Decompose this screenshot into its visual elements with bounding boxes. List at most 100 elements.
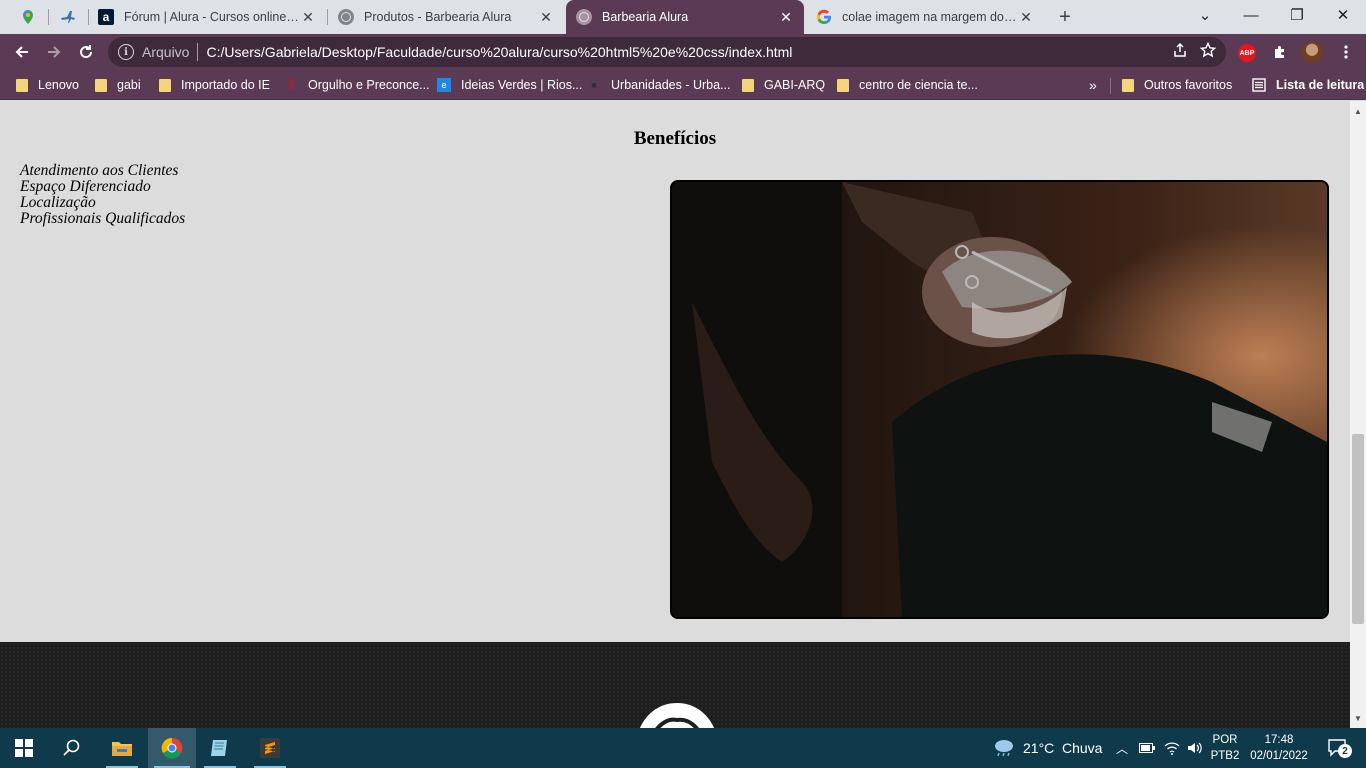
globe-icon — [576, 9, 592, 25]
back-button[interactable] — [8, 38, 36, 66]
folder-icon — [16, 78, 28, 92]
bookmark-importado-ie[interactable]: Importado do IE — [159, 75, 270, 95]
bookmark-label: gabi — [117, 78, 141, 92]
weather-icon[interactable] — [990, 728, 1018, 768]
list-item: Profissionais Qualificados — [20, 210, 186, 227]
keyboard-layout: PTB2 — [1210, 750, 1240, 762]
chrome-button[interactable] — [148, 728, 196, 768]
tab-title: Barbearia Alura — [602, 10, 689, 24]
bookmark-lenovo[interactable]: Lenovo — [16, 75, 79, 95]
reload-button[interactable] — [72, 38, 100, 66]
clock[interactable]: 17:48 02/01/2022 — [1246, 732, 1312, 764]
close-icon[interactable]: ✕ — [300, 9, 316, 25]
scroll-up-arrow-icon[interactable]: ▲ — [1350, 103, 1366, 119]
info-icon[interactable]: i — [118, 44, 134, 60]
page-viewport: Benefícios Atendimento aos Clientes Espa… — [0, 101, 1350, 728]
extensions-button[interactable] — [1266, 38, 1294, 66]
notes-app-button[interactable] — [198, 728, 242, 768]
reading-list-icon — [1252, 78, 1266, 92]
folder-icon — [1122, 78, 1134, 92]
close-icon[interactable]: ✕ — [538, 9, 554, 25]
new-tab-button[interactable]: + — [1052, 4, 1078, 30]
back-arrow-icon — [15, 46, 28, 58]
tab-produtos[interactable]: Produtos - Barbearia Alura ✕ — [328, 0, 564, 34]
bookmarks-overflow-button[interactable]: » — [1089, 75, 1097, 95]
bookmark-urbanidades[interactable]: ■ Urbanidades - Urba... — [587, 75, 730, 95]
tab-forum-alura[interactable]: a Fórum | Alura - Cursos online de ✕ — [88, 0, 326, 34]
folder-icon — [112, 742, 132, 756]
maps-icon — [20, 9, 36, 25]
weather-temperature[interactable]: 21°C — [1023, 740, 1054, 756]
bookmark-gabi[interactable]: gabi — [95, 75, 141, 95]
forward-button[interactable] — [40, 38, 68, 66]
list-item: Espaço Diferenciado — [20, 178, 151, 195]
scroll-down-arrow-icon[interactable]: ▼ — [1350, 710, 1366, 726]
weather-description[interactable]: Chuva — [1062, 740, 1102, 756]
bookmark-label: GABI-ARQ — [764, 78, 826, 92]
folder-icon — [837, 78, 849, 92]
tab-barbearia-alura[interactable]: Barbearia Alura ✕ — [566, 0, 804, 34]
language-code: POR — [1212, 734, 1238, 746]
start-button[interactable] — [0, 728, 48, 768]
close-icon[interactable]: ✕ — [778, 9, 794, 25]
windows-icon — [15, 739, 33, 757]
menu-button[interactable] — [1332, 38, 1360, 66]
file-explorer-button[interactable] — [100, 728, 144, 768]
restore-button[interactable]: ❐ — [1274, 0, 1320, 30]
bookmark-centro-ciencia[interactable]: centro de ciencia te... — [837, 75, 978, 95]
bookmark-outros-favoritos[interactable]: Outros favoritos — [1122, 75, 1232, 95]
notification-center-button[interactable]: 2 — [1318, 728, 1358, 768]
bookmark-ideias-verdes[interactable]: e Ideias Verdes | Rios... — [437, 75, 582, 95]
page-icon: ■ — [591, 80, 597, 90]
search-button[interactable] — [48, 728, 96, 768]
minimize-button[interactable]: — — [1228, 0, 1274, 30]
battery-icon[interactable] — [1137, 728, 1157, 768]
page-footer — [0, 642, 1350, 728]
notification-count-badge: 2 — [1338, 744, 1352, 758]
reading-list-label: Lista de leitura — [1276, 78, 1365, 92]
close-window-button[interactable]: ✕ — [1320, 0, 1366, 30]
bookmark-label: Importado do IE — [181, 78, 270, 92]
list-item: Atendimento aos Clientes — [20, 162, 179, 179]
tab-separator — [48, 9, 49, 25]
bookmark-label: Ideias Verdes | Rios... — [461, 78, 583, 92]
folder-icon — [95, 78, 107, 92]
profile-avatar[interactable] — [1301, 41, 1323, 63]
tab-google-search[interactable]: colae imagem na margem do site ✕ — [806, 0, 1044, 34]
book-icon: f — [288, 77, 294, 93]
tab-pinned-maps[interactable] — [10, 0, 46, 34]
puzzle-icon — [1275, 46, 1284, 58]
bookmark-orgulho[interactable]: f Orgulho e Preconce... — [284, 75, 429, 95]
sublime-text-button[interactable] — [248, 728, 292, 768]
language-indicator[interactable]: POR PTB2 — [1208, 732, 1242, 764]
url-text[interactable]: C:/Users/Gabriela/Desktop/Faculdade/curs… — [206, 44, 792, 60]
divider — [197, 43, 199, 61]
folder-icon — [742, 78, 754, 92]
browser-toolbar: i Arquivo C:/Users/Gabriela/Desktop/Facu… — [0, 34, 1366, 70]
adblock-plus-icon[interactable]: ABP — [1238, 44, 1256, 62]
star-icon[interactable] — [1200, 42, 1216, 58]
reload-icon — [80, 45, 93, 59]
scrollbar-thumb[interactable] — [1352, 434, 1364, 624]
bookmark-gabi-arq[interactable]: GABI-ARQ — [742, 75, 825, 95]
tab-search-button[interactable]: ⌄ — [1182, 0, 1228, 30]
close-icon[interactable]: ✕ — [1018, 9, 1034, 25]
bookmarks-bar: Lenovo gabi Importado do IE f Orgulho e … — [0, 70, 1366, 100]
chrome-icon — [161, 737, 183, 759]
tab-strip: a Fórum | Alura - Cursos online de ✕ Pro… — [0, 0, 1366, 34]
address-bar[interactable]: i Arquivo C:/Users/Gabriela/Desktop/Facu… — [108, 37, 1226, 67]
share-icon[interactable] — [1172, 42, 1188, 58]
omnibox-actions — [1172, 42, 1216, 58]
tab-title: Produtos - Barbearia Alura — [364, 10, 512, 24]
wifi-icon[interactable] — [1161, 728, 1183, 768]
barber-photo — [670, 180, 1329, 619]
barber-logo-icon — [640, 703, 714, 728]
page-scrollbar[interactable]: ▲ ▼ — [1350, 101, 1366, 728]
page-title: Benefícios — [633, 128, 717, 149]
chevron-up-icon[interactable]: ︿ — [1112, 728, 1132, 768]
bookmark-label: Outros favoritos — [1144, 78, 1233, 92]
barber-photo-illustration — [672, 182, 1327, 617]
tab-pinned-travel[interactable] — [50, 0, 86, 34]
reading-list-button[interactable]: Lista de leitura — [1252, 75, 1364, 95]
volume-icon[interactable] — [1184, 728, 1206, 768]
